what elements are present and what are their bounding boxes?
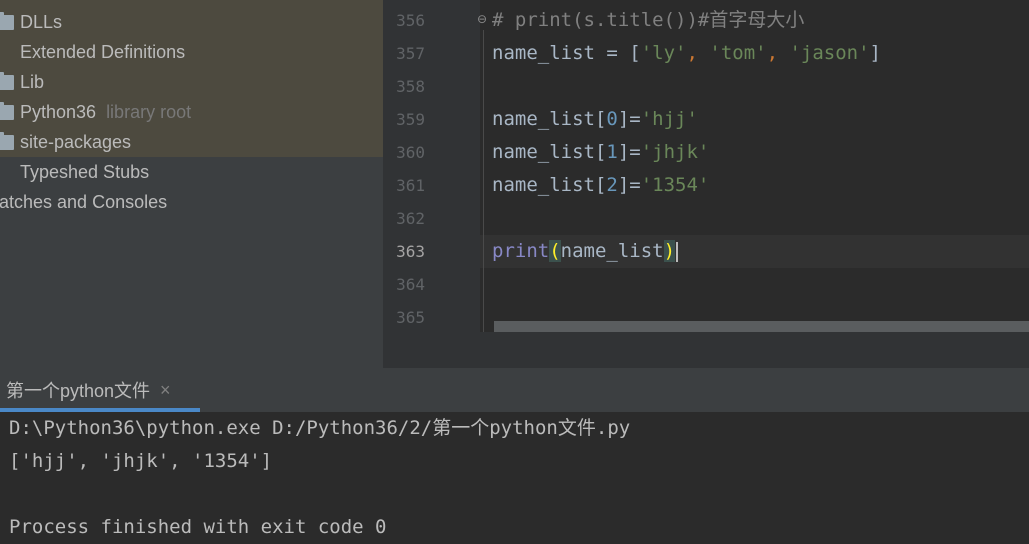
- tree-item-lib[interactable]: Lib: [0, 67, 44, 97]
- comma-token: ,: [766, 42, 790, 64]
- tree-item-label: atches and Consoles: [0, 191, 168, 212]
- line-number: 361: [396, 176, 425, 195]
- project-tree: DLLs Extended Definitions Lib Python36 l…: [0, 0, 383, 368]
- run-tool-window-header: 第一个python文件 ×: [0, 368, 1029, 412]
- code-token: name_list[: [492, 174, 607, 196]
- tree-item-scratches-and-consoles[interactable]: atches and Consoles: [0, 187, 167, 217]
- brace-match: ): [663, 240, 676, 262]
- tree-item-label: Extended Definitions: [20, 41, 186, 62]
- tree-item-label: Python36: [20, 101, 97, 122]
- code-line-360[interactable]: name_list[1]='jhjk': [492, 136, 709, 169]
- console-line: Process finished with exit code 0: [9, 516, 387, 538]
- tree-item-dlls[interactable]: DLLs: [0, 7, 62, 37]
- folder-icon: [0, 101, 14, 120]
- code-line-356[interactable]: # print(s.title())#首字母大小: [492, 4, 804, 37]
- close-icon[interactable]: ×: [160, 380, 171, 401]
- builtin-token: print: [492, 240, 550, 262]
- code-token: name_list = [: [492, 42, 641, 64]
- code-line-359[interactable]: name_list[0]='hjj': [492, 103, 698, 136]
- line-number: 365: [396, 308, 425, 327]
- comma-token: ,: [686, 42, 710, 64]
- editor-bottom-area: [383, 332, 1029, 368]
- tree-item-extended-definitions[interactable]: Extended Definitions: [0, 37, 185, 67]
- code-token: name_list[: [492, 108, 607, 130]
- line-number: 356: [396, 11, 425, 30]
- console-line: ['hjj', 'jhjk', '1354']: [9, 450, 273, 472]
- horizontal-scrollbar[interactable]: [494, 321, 1029, 332]
- text-cursor: [676, 241, 679, 262]
- code-token: ]: [869, 42, 881, 64]
- string-token: 'jhjk': [640, 141, 710, 163]
- string-token: 'ly': [640, 42, 687, 64]
- line-number: 362: [396, 209, 425, 228]
- line-number: 359: [396, 110, 425, 129]
- folder-icon: [0, 71, 14, 90]
- code-token: ]=: [617, 141, 641, 163]
- fold-guide: [483, 30, 484, 332]
- console-line: D:\Python36\python.exe D:/Python36/2/第一个…: [9, 417, 631, 439]
- library-icon: [0, 165, 14, 180]
- code-token: name_list: [560, 240, 664, 262]
- tree-item-label: site-packages: [20, 131, 132, 152]
- string-token: 'hjj': [640, 108, 698, 130]
- string-token: 'tom': [709, 42, 767, 64]
- code-line-361[interactable]: name_list[2]='1354': [492, 169, 709, 202]
- fold-marker-icon[interactable]: ⊖: [477, 12, 489, 26]
- code-token: ]=: [617, 108, 641, 130]
- line-number: 364: [396, 275, 425, 294]
- run-tab[interactable]: 第一个python文件 ×: [0, 368, 200, 412]
- folder-icon: [0, 131, 14, 150]
- tree-item-python36[interactable]: Python36 library root: [0, 97, 191, 127]
- code-line-363[interactable]: print(name_list): [492, 235, 679, 268]
- number-token: 0: [606, 108, 618, 130]
- tree-item-label: Typeshed Stubs: [20, 161, 150, 182]
- code-token: name_list[: [492, 141, 607, 163]
- library-icon: [0, 45, 14, 60]
- tree-item-typeshed-stubs[interactable]: Typeshed Stubs: [0, 157, 149, 187]
- run-console[interactable]: D:\Python36\python.exe D:/Python36/2/第一个…: [0, 412, 1029, 544]
- tree-item-label: DLLs: [20, 11, 63, 32]
- code-token: ]=: [617, 174, 641, 196]
- string-token: '1354': [640, 174, 710, 196]
- run-tab-label: 第一个python文件: [6, 381, 151, 401]
- line-number: 360: [396, 143, 425, 162]
- folder-icon: [0, 11, 14, 30]
- tree-item-site-packages[interactable]: site-packages: [0, 127, 131, 157]
- number-token: 2: [606, 174, 618, 196]
- library-root-hint: library root: [106, 101, 192, 122]
- tree-item-label: Lib: [20, 71, 45, 92]
- line-number: 357: [396, 44, 425, 63]
- string-token: 'jason': [789, 42, 870, 64]
- line-number-current: 363: [396, 242, 425, 261]
- line-number: 358: [396, 77, 425, 96]
- code-line-357[interactable]: name_list = ['ly', 'tom', 'jason']: [492, 37, 881, 70]
- number-token: 1: [606, 141, 618, 163]
- brace-match: (: [549, 240, 561, 262]
